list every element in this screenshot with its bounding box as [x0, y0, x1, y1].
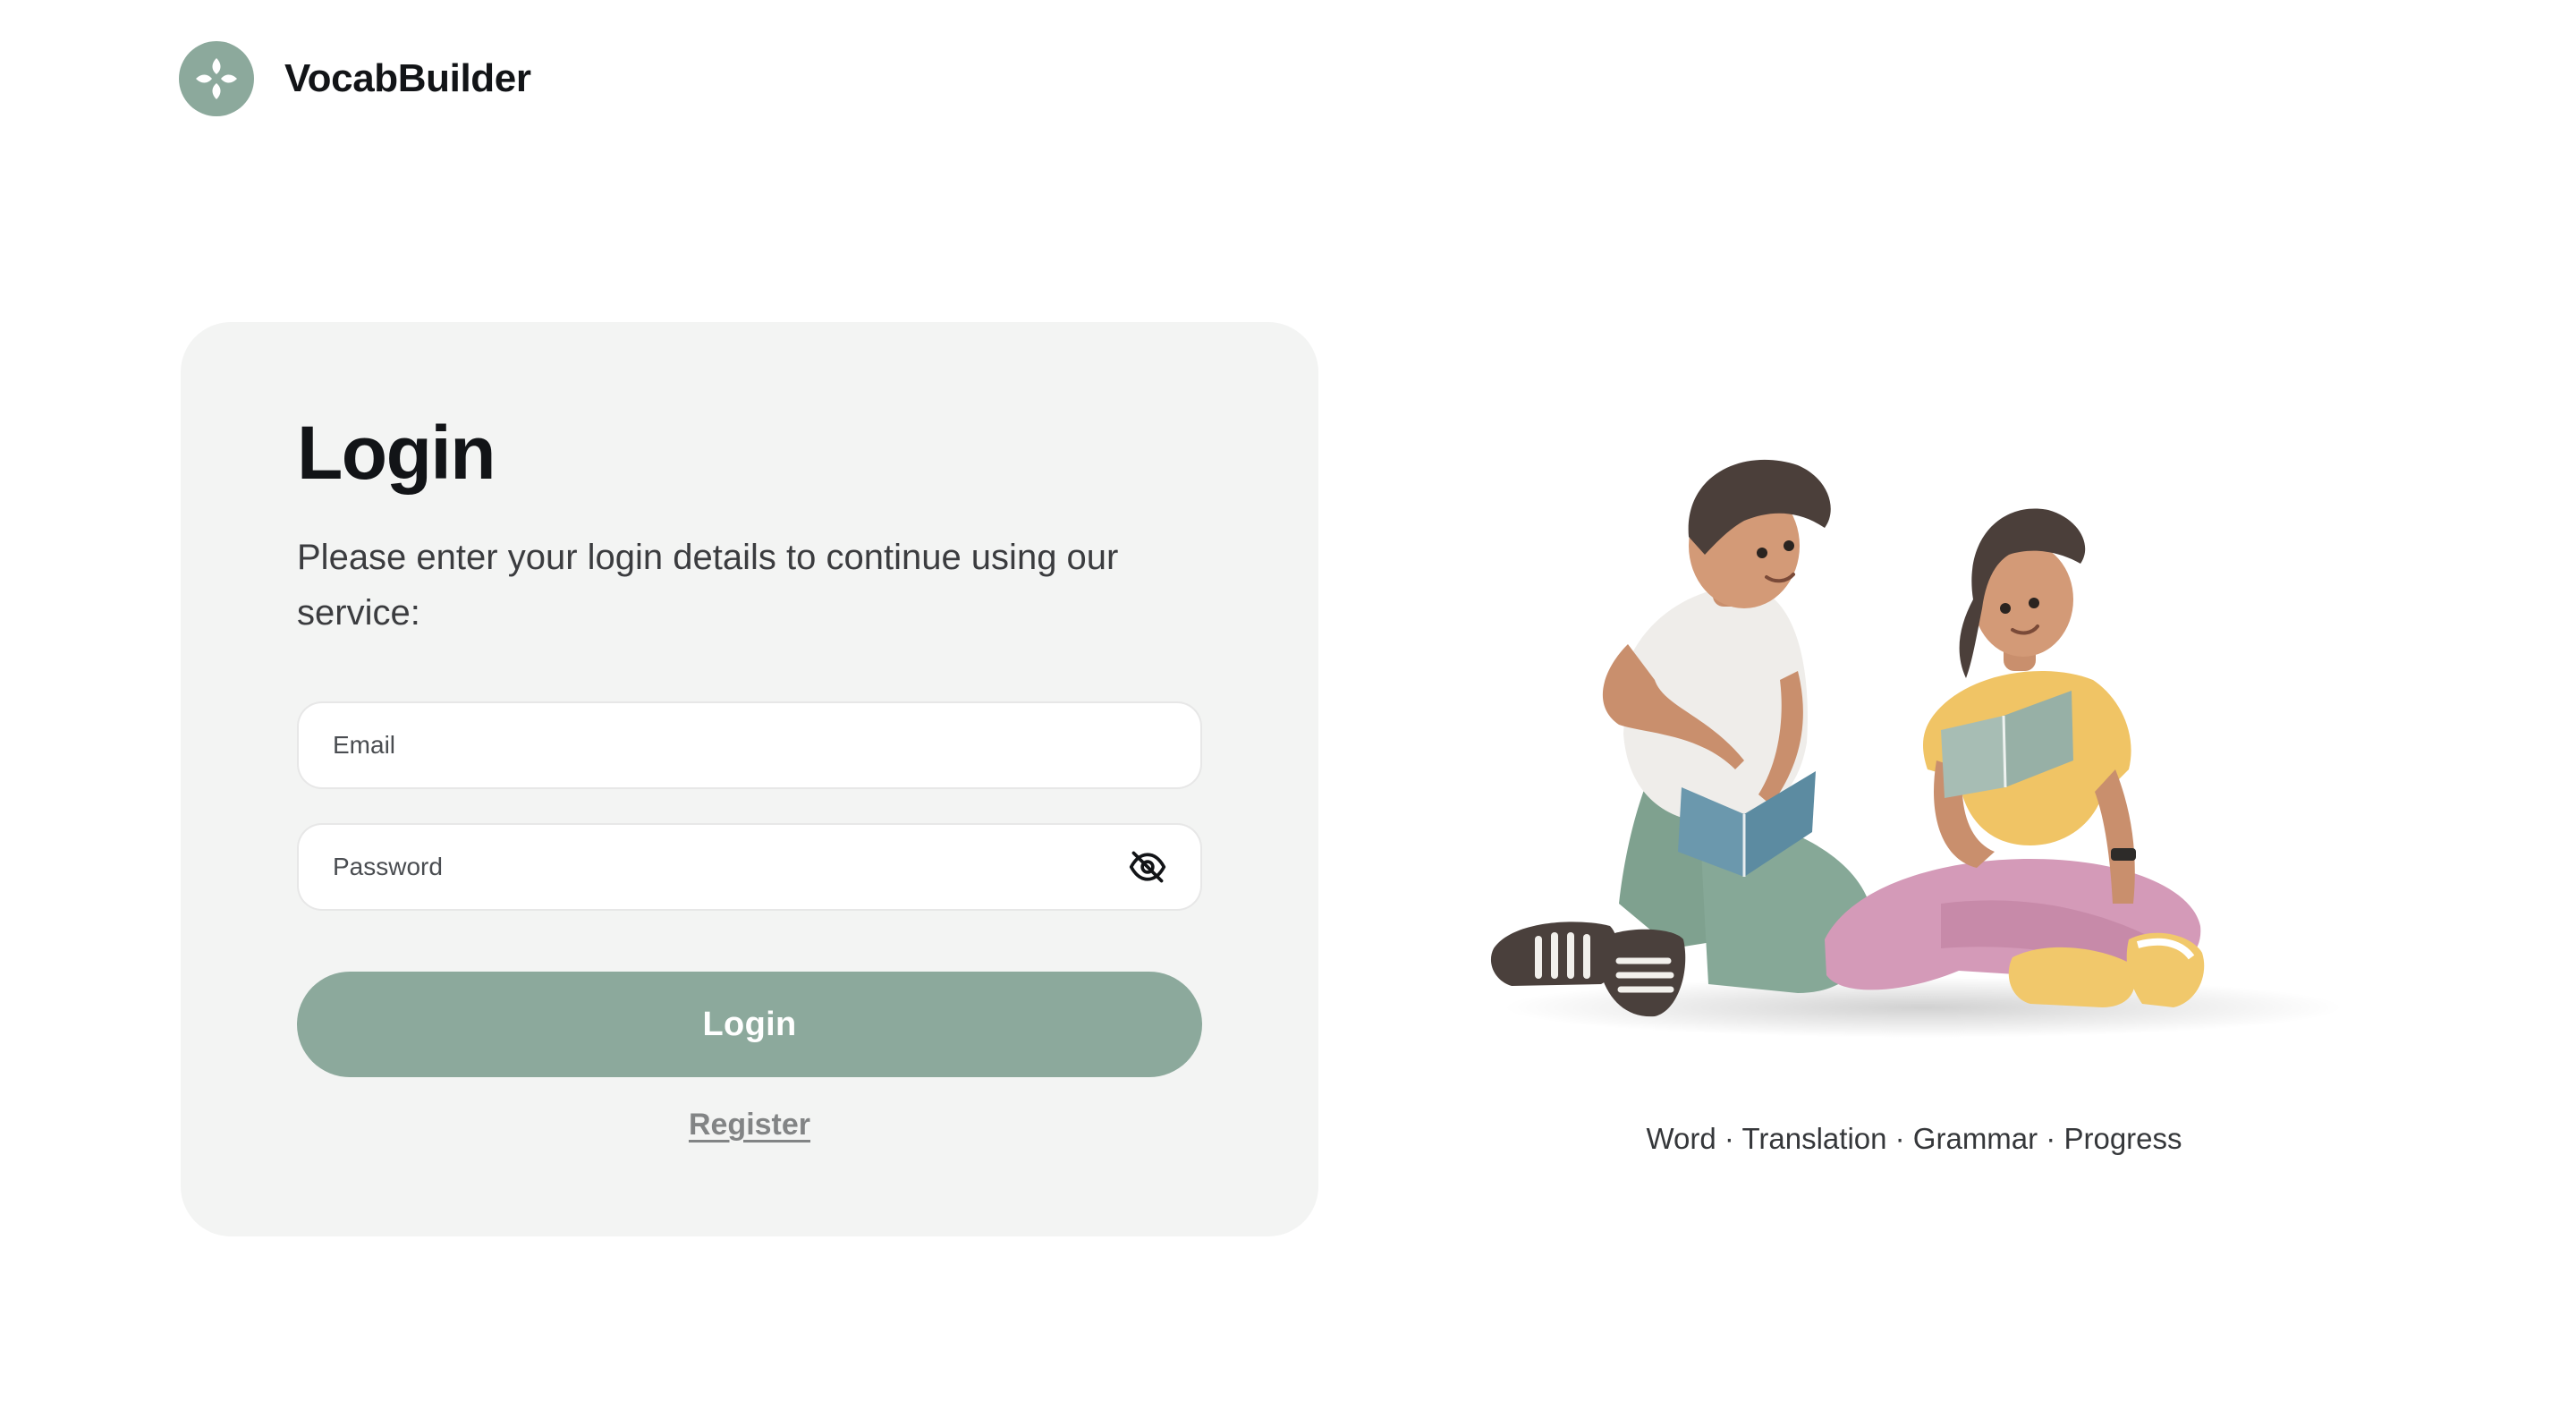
email-field[interactable]: [331, 730, 1168, 760]
clover-logo-icon[interactable]: [179, 41, 254, 116]
login-subtitle: Please enter your login details to conti…: [297, 538, 1119, 633]
eye-off-icon[interactable]: [1127, 846, 1168, 888]
two-students-reading-books-illustration: [1476, 438, 2352, 1056]
login-button[interactable]: Login: [297, 972, 1202, 1077]
password-field-wrapper: [297, 823, 1202, 911]
password-field[interactable]: [331, 852, 1127, 882]
header: VocabBuilder: [179, 41, 531, 116]
page-title: Login: [297, 411, 496, 495]
tagline: Word · Translation · Grammar · Progress: [1646, 1122, 2182, 1155]
email-field-wrapper: [297, 701, 1202, 789]
login-card: Login Please enter your login details to…: [181, 322, 1318, 1236]
brand-name[interactable]: VocabBuilder: [284, 56, 531, 101]
register-link[interactable]: Register: [297, 1108, 1202, 1142]
